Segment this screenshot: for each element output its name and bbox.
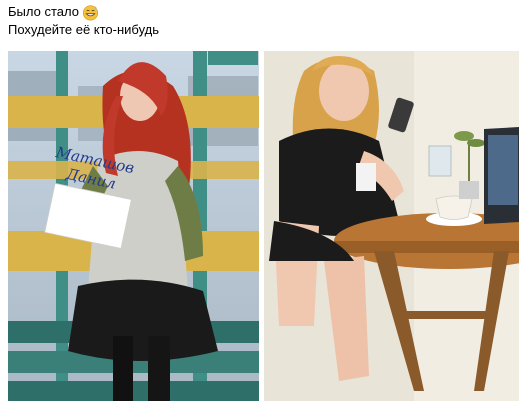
caption-line-1: Было стало [8, 3, 159, 21]
after-photo[interactable] [264, 51, 519, 401]
grinning-sweat-emoji-icon [82, 4, 99, 20]
before-photo-image [8, 51, 259, 401]
after-photo-image [264, 51, 519, 401]
post-caption: Было стало Похудейте её кто-нибудь [8, 3, 159, 39]
caption-text-2: Похудейте её кто-нибудь [8, 22, 160, 37]
caption-line-2: Похудейте её кто-нибудь [8, 21, 159, 39]
caption-text-1: Было стало [8, 4, 79, 19]
before-photo[interactable]: Маташов Данил [8, 51, 259, 401]
